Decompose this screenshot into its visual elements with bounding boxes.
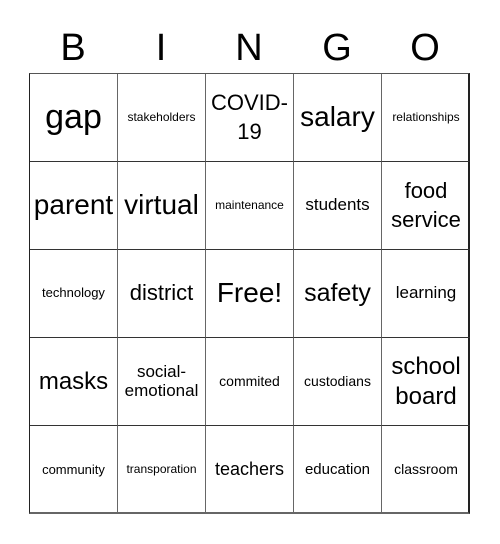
bingo-cell[interactable]: food service (382, 162, 470, 250)
header-letter-g: G (322, 27, 352, 69)
bingo-cell[interactable]: parent (30, 162, 118, 250)
bingo-cell[interactable]: COVID-19 (206, 74, 294, 162)
bingo-header: B I N G O (29, 24, 470, 72)
bingo-cell[interactable]: students (294, 162, 382, 250)
bingo-cell[interactable]: stakeholders (118, 74, 206, 162)
bingo-cell[interactable]: learning (382, 250, 470, 338)
bingo-cell[interactable]: gap (30, 74, 118, 162)
bingo-cell[interactable]: commited (206, 338, 294, 426)
bingo-cell[interactable]: technology (30, 250, 118, 338)
bingo-cell[interactable]: district (118, 250, 206, 338)
bingo-cell[interactable]: transporation (118, 426, 206, 514)
bingo-cell[interactable]: virtual (118, 162, 206, 250)
bingo-cell[interactable]: social-emotional (118, 338, 206, 426)
bingo-cell[interactable]: community (30, 426, 118, 514)
bingo-cell[interactable]: custodians (294, 338, 382, 426)
bingo-cell[interactable]: teachers (206, 426, 294, 514)
bingo-cell[interactable]: school board (382, 338, 470, 426)
free-space-cell[interactable]: Free! (206, 250, 294, 338)
header-letter-o: O (410, 27, 440, 69)
header-letter-n: N (235, 27, 263, 69)
bingo-cell[interactable]: relationships (382, 74, 470, 162)
bingo-cell[interactable]: classroom (382, 426, 470, 514)
bingo-cell[interactable]: maintenance (206, 162, 294, 250)
bingo-card-grid: gap stakeholders COVID-19 salary relatio… (29, 73, 470, 514)
bingo-cell[interactable]: masks (30, 338, 118, 426)
bingo-cell[interactable]: education (294, 426, 382, 514)
bingo-cell[interactable]: safety (294, 250, 382, 338)
bingo-cell[interactable]: salary (294, 74, 382, 162)
header-letter-i: I (155, 27, 167, 69)
header-letter-b: B (60, 27, 86, 69)
